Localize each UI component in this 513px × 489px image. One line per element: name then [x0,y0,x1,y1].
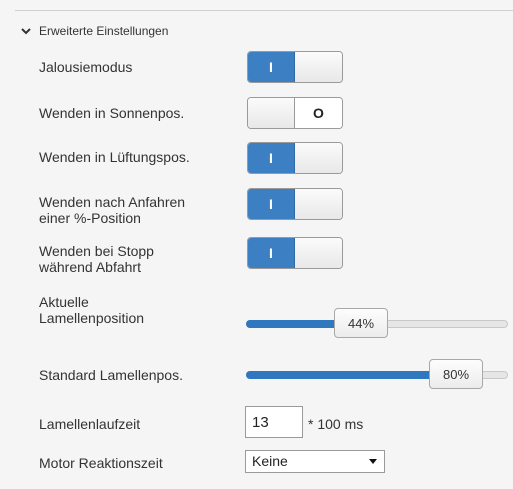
toggle-on-segment: I [248,238,295,268]
toggle-jalousiemodus[interactable]: I [247,51,343,83]
toggle-off-segment [295,52,342,82]
label-lamellenlaufzeit: Lamellenlaufzeit [39,416,141,432]
slider-fill [246,371,456,379]
motor-reaktionszeit-select[interactable]: Keine [245,450,385,473]
lamellenlaufzeit-input[interactable] [245,406,303,438]
label-wenden-in-lueftungspos: Wenden in Lüftungspos. [39,149,190,165]
chevron-down-icon [19,24,33,38]
label-aktuelle-lamellenposition: Aktuelle Lamellenposition [39,294,145,326]
label-standard-lamellenpos: Standard Lamellenpos. [39,367,183,383]
toggle-off-segment [295,189,342,219]
label-wenden-in-sonnenpos: Wenden in Sonnenpos. [39,105,185,121]
toggle-off-segment [295,143,342,173]
label-wenden-nach-anfahren: Wenden nach Anfahren einer %-Position [39,194,186,226]
toggle-wenden-in-lueftungspos[interactable]: I [247,142,343,174]
dropdown-arrow-icon [369,459,377,464]
toggle-wenden-bei-stopp[interactable]: I [247,237,343,269]
slider-standard-lamellenpos[interactable]: 80% [246,359,508,389]
divider [15,10,513,11]
toggle-wenden-in-sonnenpos[interactable]: O [247,97,343,129]
section-title: Erweiterte Einstellungen [39,24,169,38]
select-value: Keine [252,453,288,469]
section-header-erweiterte-einstellungen[interactable]: Erweiterte Einstellungen [19,22,168,40]
label-jalousiemodus: Jalousiemodus [39,59,133,75]
toggle-on-segment: I [248,143,295,173]
toggle-off-segment [295,238,342,268]
slider-handle[interactable]: 44% [334,308,388,338]
toggle-on-segment: I [248,52,295,82]
slider-aktuelle-lamellenposition[interactable]: 44% [246,308,508,338]
slider-handle[interactable]: 80% [429,359,483,389]
label-wenden-bei-stopp: Wenden bei Stopp während Abfahrt [39,243,154,275]
unit-label: * 100 ms [308,416,364,432]
settings-panel: Erweiterte Einstellungen Jalousiemodus I… [0,0,513,489]
label-motor-reaktionszeit: Motor Reaktionszeit [39,455,163,471]
toggle-wenden-nach-anfahren[interactable]: I [247,188,343,220]
toggle-off-segment: O [295,98,342,128]
toggle-on-segment [248,98,295,128]
toggle-on-segment: I [248,189,295,219]
